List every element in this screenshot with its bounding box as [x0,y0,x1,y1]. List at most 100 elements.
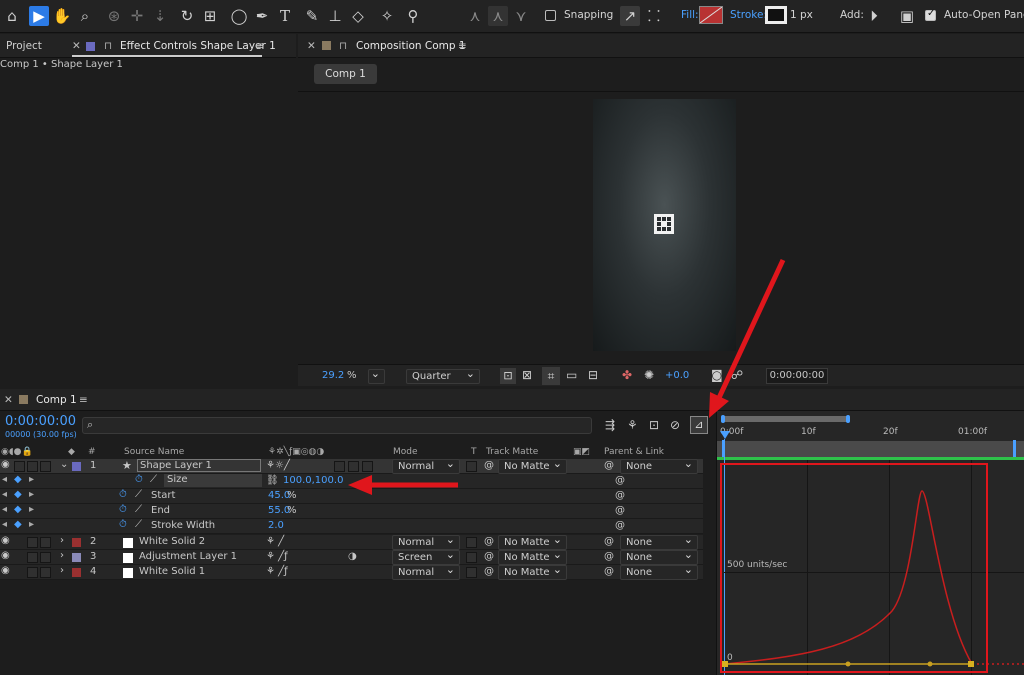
preserve-transparency-box[interactable] [466,461,477,472]
rotate-tool-icon[interactable]: ↻ [177,6,197,26]
parent-pickwhip-icon[interactable]: @ [604,551,614,562]
snapping-checkbox[interactable] [545,10,556,21]
layer-name[interactable]: Shape Layer 1 [137,459,261,472]
property-row-stroke-width[interactable]: ◂ ◆ ▸ ⏱ ⟋ Stroke Width 2.0 @ [0,519,703,534]
graph-editor-panel-icon[interactable]: ▣ [897,6,917,26]
matte-pickwhip-icon[interactable]: @ [484,566,494,577]
layer-label-color[interactable] [72,538,81,547]
stopwatch-icon[interactable]: ⏱ [135,474,143,485]
add-keyframe-icon[interactable]: ◆ [14,504,22,515]
next-keyframe-icon[interactable]: ▸ [29,489,34,500]
next-keyframe-icon[interactable]: ▸ [29,504,34,515]
auto-open-panel-checkbox[interactable] [925,8,936,21]
matte-pickwhip-icon[interactable]: @ [484,551,494,562]
home-icon[interactable]: ⌂ [2,6,22,26]
property-value[interactable]: 100.0,100.0 [283,475,343,486]
add-keyframe-icon[interactable]: ◆ [14,519,22,530]
property-value[interactable]: 2.0 [268,520,284,531]
blend-mode-dropdown[interactable]: Normal [392,457,460,474]
preserve-transparency-box[interactable] [466,567,477,578]
stopwatch-icon[interactable]: ⏱ [119,489,127,500]
snapshot-camera-icon[interactable]: ◙ [711,368,723,382]
snap-edges-icon[interactable]: ↗ [620,6,640,26]
add-keyframe-icon[interactable]: ◆ [14,489,22,500]
selection-tool-icon[interactable]: ▶ [29,6,49,26]
property-row-end[interactable]: ◂ ◆ ▸ ⏱ ⟋ End 55.0 % @ [0,504,703,519]
track-matte-dropdown[interactable]: No Matte [498,457,567,474]
switch-box[interactable] [362,461,373,472]
expression-pickwhip-icon[interactable]: @ [615,505,625,516]
eraser-tool-icon[interactable]: ◇ [348,6,368,26]
zoom-tool-icon[interactable]: ⌕ [75,6,95,26]
viewer-timecode[interactable]: 0:00:00:00 [766,368,828,384]
current-time-display[interactable]: 0:00:00:00 [5,414,76,429]
pan-behind-tool-icon[interactable]: ⊞ [200,6,220,26]
roto-brush-icon[interactable]: ✧ [377,6,397,26]
stroke-width-value[interactable]: 1 px [790,9,813,21]
layer-name[interactable]: White Solid 2 [139,536,205,547]
matte-pickwhip-icon[interactable]: @ [484,460,494,471]
property-row-size[interactable]: ◂ ◆ ▸ ⏱ ⟋ Size ⛓ 100.0,100.0 @ [0,474,703,489]
pen-tool-icon[interactable]: ✒ [252,6,272,26]
view-axis-icon[interactable]: ⋎ [511,6,531,26]
frame-blending-icon[interactable]: ⊘ [670,418,680,432]
prev-keyframe-icon[interactable]: ◂ [2,489,7,500]
exposure-value[interactable]: +0.0 [665,370,689,381]
expand-chevron-icon[interactable]: › [60,565,64,576]
eye-visibility-icon[interactable]: ◉ [1,565,10,576]
layer-name[interactable]: White Solid 1 [139,566,205,577]
preserve-transparency-box[interactable] [466,537,477,548]
stopwatch-icon[interactable]: ⏱ [119,504,127,515]
lock-toggle[interactable] [40,567,51,578]
property-name[interactable]: Size [164,474,262,487]
expression-pickwhip-icon[interactable]: @ [615,490,625,501]
orbit-camera-icon[interactable]: ⊛ [104,6,124,26]
parent-pickwhip-icon[interactable]: @ [604,460,614,471]
eye-visibility-icon[interactable]: ◉ [1,535,10,546]
layer-row[interactable]: ◉ › 2 White Solid 2 ⚘ ╱ Normal @ No Matt… [0,533,703,550]
preserve-transparency-box[interactable] [466,552,477,563]
comp-breadcrumb-button[interactable]: Comp 1 [314,64,377,84]
switches-icons[interactable]: ⚘ ╱ƒ [266,566,288,577]
switches-icons[interactable]: ⚘ ╱ [266,536,284,547]
expression-pickwhip-icon[interactable]: @ [615,475,625,486]
parent-pickwhip-icon[interactable]: @ [604,566,614,577]
local-axis-icon[interactable]: ⋏ [465,6,485,26]
panel-menu-icon[interactable]: ≡ [79,394,88,406]
tab-project[interactable]: Project [6,40,42,52]
transparency-grid-icon[interactable]: ⊠ [522,368,532,382]
graph-editor-area[interactable]: 0:00f 10f 20f 01:00f 500 units/sec 0 [716,411,1024,675]
parent-dropdown[interactable]: None [620,457,698,474]
pan-camera-icon[interactable]: ✛ [127,6,147,26]
layer-name[interactable]: Adjustment Layer 1 [139,551,237,562]
stroke-swatch[interactable] [765,6,787,24]
switches-icons[interactable]: ⚘ ╱ƒ [266,551,288,562]
fast-previews-icon[interactable]: ⊡ [500,368,516,384]
layer-label-color[interactable] [72,568,81,577]
graph-toggle-icon[interactable]: ⟋ [135,519,142,530]
mask-visibility-icon[interactable]: ▭ [566,368,577,382]
audio-toggle[interactable] [14,461,25,472]
next-keyframe-icon[interactable]: ▸ [29,519,34,530]
lock-toggle[interactable] [40,552,51,563]
tab-effect-controls[interactable]: Effect Controls Shape Layer 1 [120,40,276,52]
layer-label-color[interactable] [72,553,81,562]
dolly-camera-icon[interactable]: ⇣ [150,6,170,26]
layer-label-color[interactable] [72,462,81,471]
ellipse-tool-icon[interactable]: ◯ [229,6,249,26]
matte-pickwhip-icon[interactable]: @ [484,536,494,547]
expand-chevron-icon[interactable]: › [60,550,64,561]
close-tab-icon[interactable]: ✕ [307,40,316,52]
prev-keyframe-icon[interactable]: ◂ [2,474,7,485]
snap-features-icon[interactable]: ⸬ [644,6,664,26]
prev-keyframe-icon[interactable]: ◂ [2,519,7,530]
graph-toggle-icon[interactable]: ⟋ [135,489,142,500]
type-tool-icon[interactable]: T [275,6,295,26]
header-source-name[interactable]: Source Name [124,447,184,457]
switch-box[interactable] [348,461,359,472]
layer-search-input[interactable]: ⌕ [82,417,592,434]
lock-icon[interactable]: ⊓ [104,40,112,52]
collapse-switch-icon[interactable]: ⚘☼╱ [266,460,290,471]
guides-icon[interactable]: ⊟ [588,368,598,382]
adjustment-layer-icon[interactable]: ◑ [348,551,357,562]
